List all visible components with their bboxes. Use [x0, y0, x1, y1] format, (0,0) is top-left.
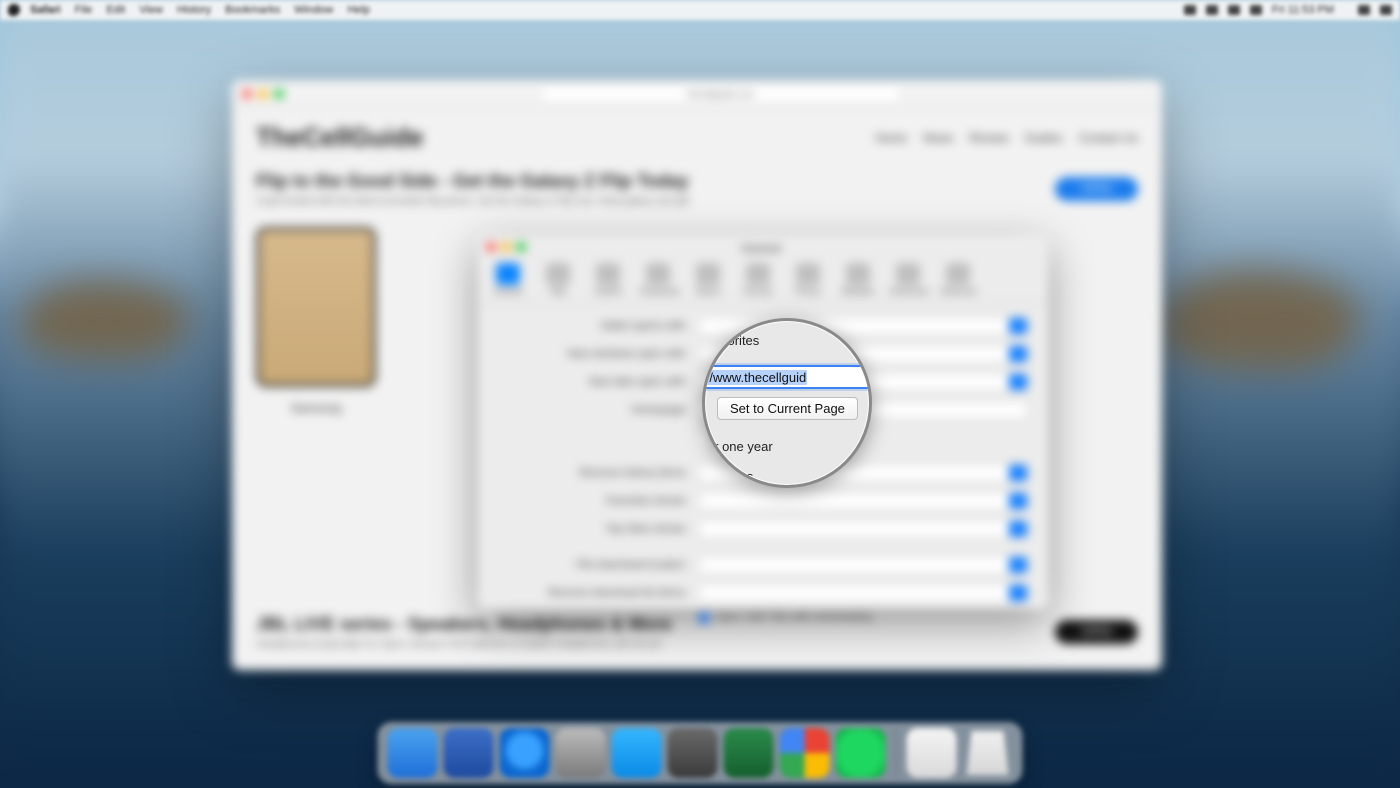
- dock-separator: [896, 728, 897, 776]
- wallpaper-island-right: [1160, 270, 1360, 370]
- product-image[interactable]: [256, 227, 376, 387]
- ad1-open-button[interactable]: OPEN: [1055, 177, 1138, 201]
- notifications-icon[interactable]: [1380, 5, 1392, 15]
- menubar-status-area: Fri 11:53 PM: [1184, 4, 1392, 16]
- zoom-homepage-input[interactable]: https://www.thecellguid: [702, 365, 872, 389]
- macos-menubar: Safari File Edit View History Bookmarks …: [0, 0, 1400, 20]
- prefs-tab-privacy[interactable]: Privacy: [790, 263, 826, 296]
- zoom-history-value: After one year: [702, 439, 872, 454]
- prefs-tab-passwords[interactable]: Passwords: [640, 263, 676, 296]
- dock-trash-icon[interactable]: [963, 728, 1013, 778]
- prefs-tab-general[interactable]: General: [490, 263, 526, 296]
- prefs-tab-websites[interactable]: Websites: [840, 263, 876, 296]
- ad2-subtitle: Headphones Especially For Sport. Browse …: [256, 639, 672, 650]
- select-dl-remove[interactable]: [698, 584, 1028, 602]
- label-open-with: Safari opens with:: [498, 320, 688, 332]
- prefs-tab-security[interactable]: Security: [740, 263, 776, 296]
- prefs-close-button[interactable]: [486, 242, 496, 252]
- menu-history[interactable]: History: [177, 4, 211, 16]
- select-dl-location[interactable]: [698, 556, 1028, 574]
- label-dl-location: File download location:: [498, 559, 688, 571]
- select-favorites-shows[interactable]: [698, 492, 1028, 510]
- product-name: Samsung: [256, 401, 376, 415]
- dock-excel-icon[interactable]: [724, 728, 774, 778]
- label-favorites-shows: Favorites shows:: [498, 495, 688, 507]
- menu-edit[interactable]: Edit: [106, 4, 125, 16]
- dock-spotify-icon[interactable]: [836, 728, 886, 778]
- nav-home[interactable]: Home: [875, 131, 907, 145]
- apple-menu-icon[interactable]: [8, 4, 20, 16]
- menubar-clock[interactable]: Fri 11:53 PM: [1272, 4, 1334, 16]
- prefs-tab-search[interactable]: Search: [690, 263, 726, 296]
- ad1-title: Flip to the Good Side - Get the Galaxy Z…: [256, 171, 689, 192]
- app-menu[interactable]: Safari: [30, 4, 61, 16]
- search-icon[interactable]: [1358, 5, 1370, 15]
- macos-desktop: Safari File Edit View History Bookmarks …: [0, 0, 1400, 788]
- battery-icon[interactable]: [1250, 5, 1262, 15]
- status-icon[interactable]: [1206, 5, 1218, 15]
- wallpaper-island-left: [20, 280, 190, 360]
- menu-file[interactable]: File: [75, 4, 93, 16]
- safari-address-bar[interactable]: thecellguide.com: [541, 85, 901, 103]
- menu-view[interactable]: View: [139, 4, 163, 16]
- menu-help[interactable]: Help: [347, 4, 370, 16]
- prefs-title: General: [526, 239, 996, 255]
- zoom-set-current-page-button[interactable]: Set to Current Page: [717, 397, 858, 420]
- dock-safari-icon[interactable]: [500, 728, 550, 778]
- checkbox-open-safe[interactable]: [698, 612, 710, 624]
- ad1-subtitle: Leap forward with the latest innovative …: [256, 196, 689, 207]
- prefs-minimize-button[interactable]: [501, 242, 511, 252]
- prefs-tab-autofill[interactable]: AutoFill: [590, 263, 626, 296]
- dock-finder-icon[interactable]: [388, 728, 438, 778]
- label-open-safe: Open "safe" files after downloading: [716, 612, 872, 623]
- site-logo-title[interactable]: TheCellGuide: [256, 122, 424, 153]
- site-nav: Home News Review Guides Contact Us: [875, 131, 1138, 145]
- label-new-windows: New windows open with:: [498, 348, 688, 360]
- prefs-tab-advanced[interactable]: Advanced: [940, 263, 976, 296]
- zoom-favorites-value: vorites: [702, 469, 872, 484]
- label-homepage: Homepage:: [498, 404, 688, 416]
- label-dl-remove: Remove download list items:: [498, 587, 688, 599]
- ad2-open-button[interactable]: OPEN: [1055, 620, 1138, 644]
- window-close-button[interactable]: [242, 89, 252, 99]
- window-minimize-button[interactable]: [258, 89, 268, 99]
- label-history: Remove history items:: [498, 467, 688, 479]
- nav-guides[interactable]: Guides: [1025, 131, 1063, 145]
- window-zoom-button[interactable]: [274, 89, 284, 99]
- url-text: thecellguide.com: [687, 89, 755, 99]
- label-new-tabs: New tabs open with:: [498, 376, 688, 388]
- dock-settings-icon[interactable]: [668, 728, 718, 778]
- nav-news[interactable]: News: [923, 131, 953, 145]
- macos-dock: [378, 722, 1023, 784]
- label-topsites: Top Sites shows:: [498, 523, 688, 535]
- menu-window[interactable]: Window: [294, 4, 333, 16]
- dock-textedit-icon[interactable]: [907, 728, 957, 778]
- safari-toolbar: thecellguide.com: [232, 80, 1162, 108]
- prefs-tab-extensions[interactable]: Extensions: [890, 263, 926, 296]
- dock-word-icon[interactable]: [444, 728, 494, 778]
- zoom-favorites-row: vorites: [702, 333, 872, 348]
- prefs-zoom-button[interactable]: [516, 242, 526, 252]
- status-icon[interactable]: [1184, 5, 1196, 15]
- menu-bookmarks[interactable]: Bookmarks: [225, 4, 280, 16]
- prefs-tab-tabs[interactable]: Tabs: [540, 263, 576, 296]
- nav-contact[interactable]: Contact Us: [1079, 131, 1138, 145]
- dock-chrome-icon[interactable]: [780, 728, 830, 778]
- wifi-icon[interactable]: [1228, 5, 1240, 15]
- nav-review[interactable]: Review: [969, 131, 1008, 145]
- magnifier-callout: vorites https://www.thecellguid Set to C…: [702, 318, 872, 488]
- select-topsites[interactable]: [698, 520, 1028, 538]
- dock-preview-icon[interactable]: [556, 728, 606, 778]
- prefs-tab-bar: General Tabs AutoFill Passwords Search S…: [478, 255, 1048, 303]
- dock-appstore-icon[interactable]: [612, 728, 662, 778]
